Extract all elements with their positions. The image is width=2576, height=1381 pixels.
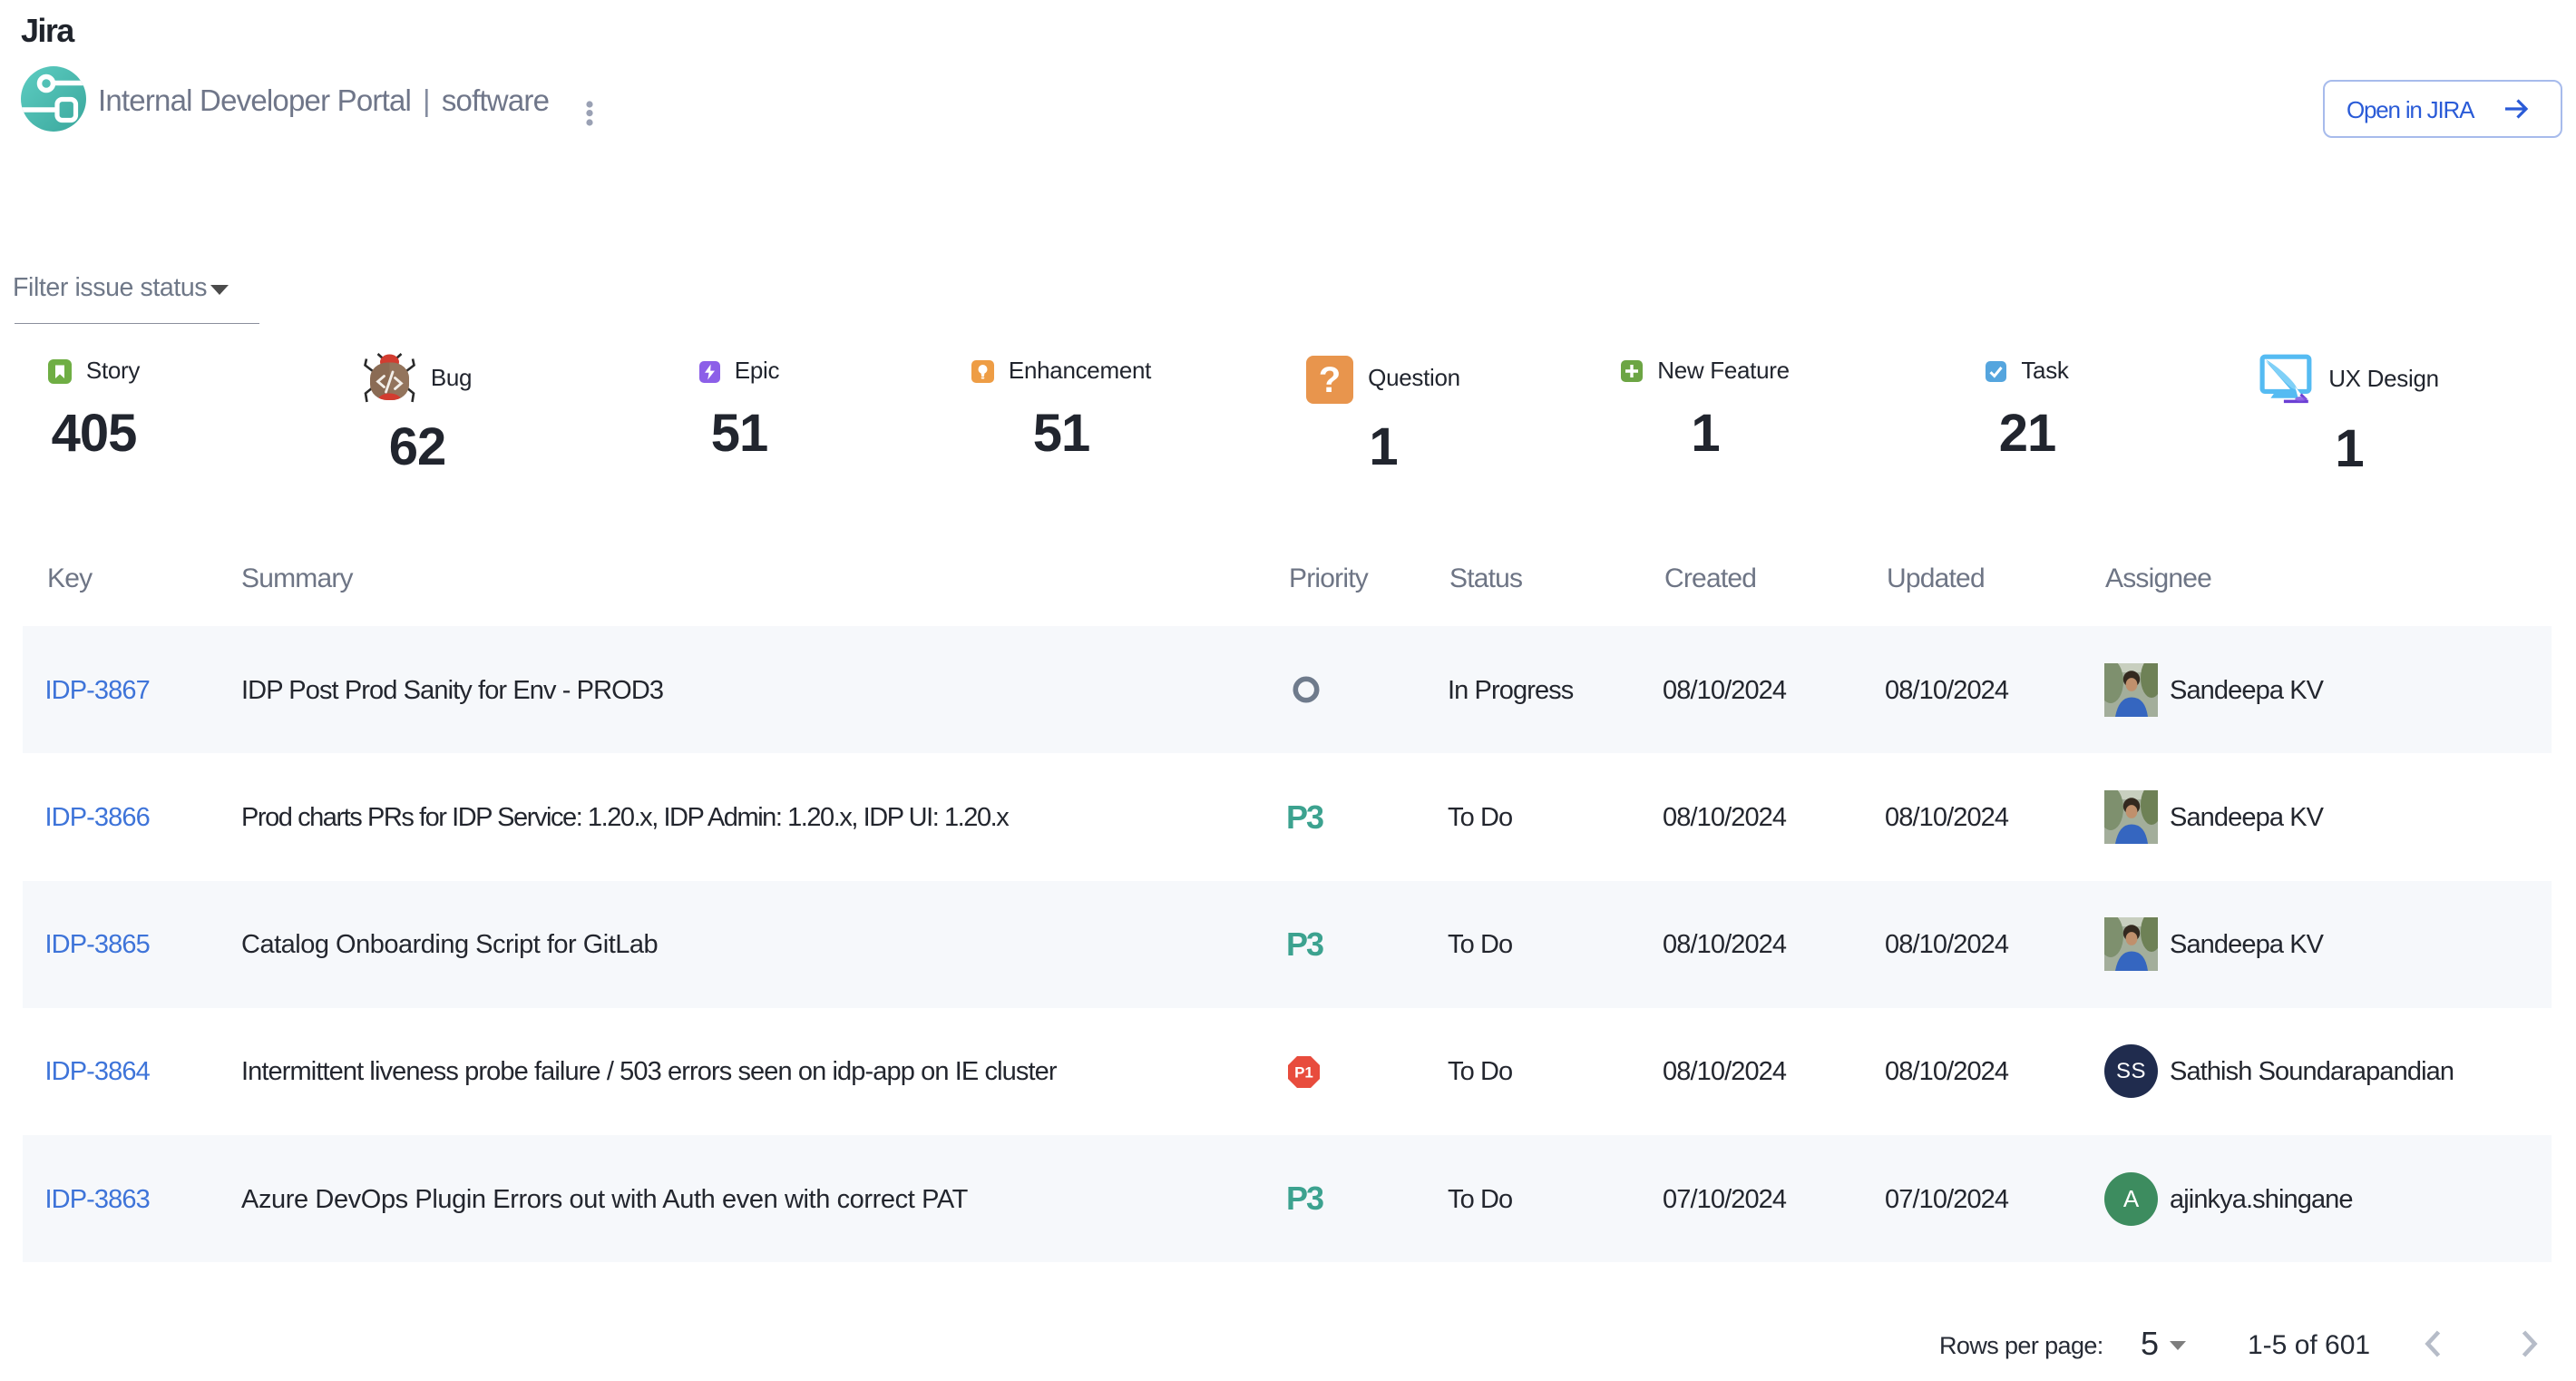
- svg-text:P1: P1: [1294, 1063, 1313, 1081]
- svg-text:?: ?: [1319, 360, 1341, 400]
